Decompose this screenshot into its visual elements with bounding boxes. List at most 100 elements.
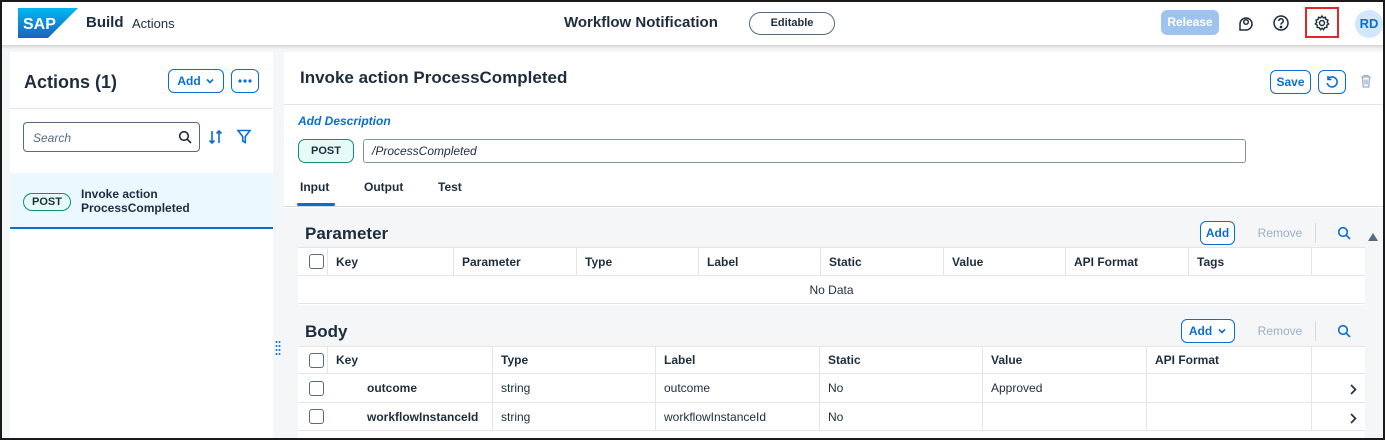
help-icon[interactable] bbox=[1270, 12, 1292, 34]
avatar[interactable]: RD bbox=[1355, 10, 1383, 38]
cell-value bbox=[983, 403, 1147, 430]
remove-parameter-button[interactable]: Remove bbox=[1250, 221, 1310, 245]
cell-static: No bbox=[820, 374, 983, 402]
input-content: Parameter Add Remove Key Parameter Type … bbox=[284, 208, 1383, 438]
column-header-value[interactable]: Value bbox=[983, 347, 1147, 373]
sap-logo[interactable]: SAP bbox=[18, 8, 78, 38]
row-checkbox-cell bbox=[298, 403, 328, 430]
tab-output[interactable]: Output bbox=[364, 180, 403, 194]
body-section-title: Body bbox=[305, 322, 348, 341]
cell-type: string bbox=[493, 374, 656, 402]
column-header-parameter[interactable]: Parameter bbox=[454, 248, 577, 275]
add-description-link[interactable]: Add Description bbox=[298, 114, 391, 128]
table-header-row: Key Parameter Type Label Static Value AP… bbox=[298, 247, 1365, 276]
column-header-key[interactable]: Key bbox=[328, 347, 493, 373]
cell-label: workflowInstanceId bbox=[656, 403, 820, 430]
column-header-key[interactable]: Key bbox=[328, 248, 454, 275]
row-checkbox[interactable] bbox=[309, 380, 324, 396]
cell-label: outcome bbox=[656, 374, 820, 402]
chevron-right-icon[interactable] bbox=[1349, 383, 1357, 398]
chevron-down-icon bbox=[206, 78, 214, 84]
column-header-type[interactable]: Type bbox=[493, 347, 656, 373]
list-item-action[interactable]: POST Invoke action ProcessCompleted bbox=[10, 173, 273, 229]
no-data-text: No Data bbox=[809, 283, 854, 297]
project-title: Workflow Notification bbox=[564, 14, 718, 31]
actions-list-title: Actions (1) bbox=[24, 72, 118, 92]
cell-key: outcome bbox=[328, 374, 493, 402]
no-data-row: No Data bbox=[298, 276, 1365, 304]
cell-api-format bbox=[1147, 374, 1312, 402]
tab-input[interactable]: Input bbox=[300, 180, 329, 194]
gear-icon[interactable] bbox=[1311, 12, 1333, 34]
remove-body-button[interactable]: Remove bbox=[1250, 319, 1310, 343]
status-badge[interactable]: Editable bbox=[749, 12, 835, 35]
select-all-checkbox-cell bbox=[298, 248, 328, 275]
column-header-api-format[interactable]: API Format bbox=[1147, 347, 1312, 373]
add-parameter-label: Add bbox=[1205, 226, 1230, 240]
add-body-label: Add bbox=[1188, 324, 1213, 338]
revert-button[interactable] bbox=[1318, 70, 1346, 94]
cell-static: No bbox=[820, 403, 983, 430]
column-header-type[interactable]: Type bbox=[577, 248, 699, 275]
chevron-down-icon bbox=[1218, 328, 1226, 334]
select-all-checkbox[interactable] bbox=[309, 352, 324, 368]
select-all-checkbox[interactable] bbox=[309, 254, 324, 269]
more-options-button[interactable] bbox=[231, 69, 259, 93]
divider bbox=[1315, 321, 1316, 341]
search-input[interactable]: Search bbox=[23, 122, 200, 152]
joule-icon[interactable] bbox=[1235, 12, 1257, 34]
column-header-value[interactable]: Value bbox=[944, 248, 1066, 275]
sap-logo-text: SAP bbox=[23, 16, 56, 33]
page-title: Invoke action ProcessCompleted bbox=[300, 68, 568, 87]
add-action-button[interactable]: Add bbox=[168, 69, 224, 93]
delete-icon[interactable] bbox=[1360, 74, 1372, 91]
select-all-checkbox-cell bbox=[298, 347, 328, 373]
method-badge: POST bbox=[23, 193, 71, 211]
table-row[interactable]: outcome string outcome No Approved bbox=[298, 374, 1365, 403]
splitter-grip-icon[interactable] bbox=[275, 340, 281, 356]
search-icon[interactable] bbox=[1337, 226, 1351, 243]
scroll-up-icon[interactable] bbox=[1368, 229, 1378, 244]
search-placeholder: Search bbox=[33, 131, 72, 145]
search-icon[interactable] bbox=[1337, 324, 1351, 341]
actions-list-panel: Actions (1) Add Search POST Invoke actio… bbox=[10, 52, 273, 438]
shell-bar: SAP Build Actions Workflow Notification … bbox=[2, 2, 1383, 46]
column-header-static[interactable]: Static bbox=[821, 248, 944, 275]
filter-icon[interactable] bbox=[236, 129, 252, 147]
brand-title: Build bbox=[86, 14, 124, 31]
add-action-label: Add bbox=[177, 74, 201, 88]
row-checkbox[interactable] bbox=[309, 409, 324, 424]
method-badge: POST bbox=[298, 139, 354, 163]
tab-bar: Input Output Test bbox=[284, 178, 1383, 207]
save-button[interactable]: Save bbox=[1270, 70, 1311, 94]
column-header-label[interactable]: Label bbox=[699, 248, 821, 275]
add-body-button[interactable]: Add bbox=[1181, 319, 1235, 343]
release-button[interactable]: Release bbox=[1161, 10, 1219, 35]
column-header-api-format[interactable]: API Format bbox=[1066, 248, 1189, 275]
row-checkbox-cell bbox=[298, 374, 328, 402]
column-header-tags[interactable]: Tags bbox=[1189, 248, 1312, 275]
revert-icon bbox=[1326, 76, 1338, 88]
divider bbox=[10, 108, 273, 109]
search-icon[interactable] bbox=[178, 130, 192, 144]
column-header-label[interactable]: Label bbox=[656, 347, 820, 373]
parameter-section-title: Parameter bbox=[305, 224, 389, 243]
table-row[interactable]: workflowInstanceId string workflowInstan… bbox=[298, 403, 1365, 431]
app-frame: SAP Build Actions Workflow Notification … bbox=[0, 0, 1385, 440]
divider bbox=[284, 104, 1383, 105]
save-label: Save bbox=[1276, 75, 1305, 89]
active-tab-indicator bbox=[297, 203, 335, 206]
cell-type: string bbox=[493, 403, 656, 430]
add-parameter-button[interactable]: Add bbox=[1200, 221, 1235, 245]
sort-icon[interactable] bbox=[208, 129, 224, 148]
path-input[interactable]: /ProcessCompleted bbox=[363, 139, 1246, 163]
parameter-table: Key Parameter Type Label Static Value AP… bbox=[298, 247, 1365, 305]
list-item-title-line1: Invoke action bbox=[81, 187, 158, 201]
table-header-row: Key Type Label Static Value API Format bbox=[298, 346, 1365, 374]
brand-subtitle: Actions bbox=[132, 16, 175, 31]
column-header-static[interactable]: Static bbox=[820, 347, 983, 373]
tab-test[interactable]: Test bbox=[438, 180, 462, 194]
chevron-right-icon[interactable] bbox=[1349, 412, 1357, 427]
list-item-title: Invoke action ProcessCompleted bbox=[81, 187, 190, 215]
list-item-title-line2: ProcessCompleted bbox=[81, 201, 190, 215]
